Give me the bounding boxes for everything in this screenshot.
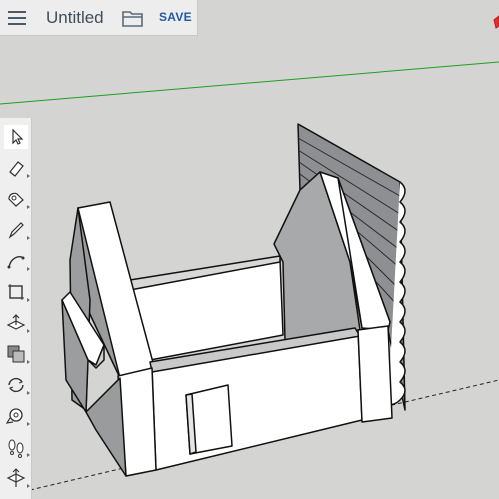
footprints-icon[interactable]	[4, 435, 30, 459]
hamburger-menu-icon[interactable]	[6, 8, 28, 28]
cursor-arrow-icon[interactable]	[4, 125, 28, 149]
pencil-icon[interactable]	[4, 218, 30, 242]
offset-icon[interactable]	[4, 342, 30, 366]
cabin-model[interactable]	[61, 123, 406, 477]
push-pull-icon[interactable]	[4, 311, 30, 335]
top-bar: Untitled SAVE	[0, 0, 198, 36]
rectangle-icon[interactable]	[4, 280, 30, 304]
tool-palette	[0, 118, 32, 499]
save-button[interactable]: SAVE	[159, 10, 192, 24]
section-plane-icon[interactable]	[4, 466, 30, 490]
green-axis-line	[0, 61, 499, 105]
tape-measure-icon[interactable]	[4, 404, 30, 428]
eraser-icon[interactable]	[4, 156, 30, 180]
orbit-icon[interactable]	[4, 373, 30, 397]
model-viewport[interactable]	[0, 0, 499, 499]
document-title[interactable]: Untitled	[46, 8, 104, 28]
paint-bucket-icon[interactable]	[4, 187, 30, 211]
arc-icon[interactable]	[4, 249, 30, 273]
folder-open-icon[interactable]	[121, 8, 145, 28]
red-axis-marker	[493, 15, 499, 29]
